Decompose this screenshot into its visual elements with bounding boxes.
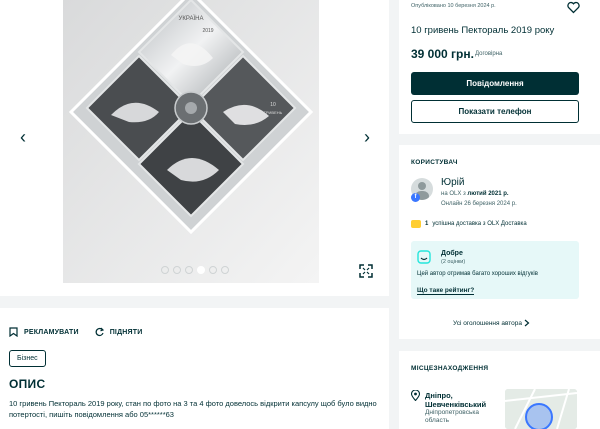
smile-icon bbox=[417, 250, 431, 264]
coin-denomination-text: 10 bbox=[270, 102, 276, 108]
gallery-prev-button[interactable]: ‹ bbox=[14, 128, 32, 146]
gallery-dot[interactable] bbox=[161, 266, 169, 274]
raise-label: ПІДНЯТИ bbox=[109, 328, 143, 336]
delivery-truck-icon bbox=[411, 220, 421, 228]
delivery-count: 1 bbox=[425, 221, 429, 227]
location-map[interactable] bbox=[505, 389, 577, 429]
gallery-dot[interactable] bbox=[185, 266, 193, 274]
description-text: 10 гривень Пектораль 2019 року, стан по … bbox=[9, 399, 377, 419]
gallery-dot[interactable] bbox=[221, 266, 229, 274]
heart-icon[interactable] bbox=[567, 1, 580, 14]
gallery-next-button[interactable]: › bbox=[358, 128, 376, 146]
location-region: Дніпропетровська область bbox=[425, 409, 479, 425]
gallery-dot[interactable] bbox=[209, 266, 217, 274]
last-online: Онлайн 26 березня 2024 р. bbox=[441, 201, 517, 207]
coin-photo[interactable]: УКРАЇНА 2019 10 ГРИВЕНЬ bbox=[63, 0, 319, 283]
location-pin-icon bbox=[411, 390, 420, 401]
chevron-right-icon bbox=[524, 319, 530, 327]
user-heading: КОРИСТУВАЧ bbox=[411, 159, 458, 166]
ad-actions: РЕКЛАМУВАТИ ПІДНЯТИ bbox=[9, 327, 142, 337]
region-line-2: область bbox=[425, 417, 450, 424]
coin-country-text: УКРАЇНА bbox=[179, 15, 204, 22]
member-since-prefix: на OLX з bbox=[441, 191, 466, 197]
promote-label: РЕКЛАМУВАТИ bbox=[24, 328, 79, 336]
promote-button[interactable]: РЕКЛАМУВАТИ bbox=[9, 327, 79, 337]
gallery-dot-active[interactable] bbox=[197, 266, 205, 274]
ad-price: 39 000 грн. bbox=[411, 47, 474, 61]
facebook-icon: f bbox=[411, 193, 420, 202]
gallery-dot[interactable] bbox=[173, 266, 181, 274]
ad-title: 10 гривень Пектораль 2019 року bbox=[411, 25, 555, 36]
all-ads-link[interactable]: Усі оголошення автора bbox=[453, 319, 530, 327]
raise-button[interactable]: ПІДНЯТИ bbox=[95, 327, 143, 337]
rating-description: Цей автор отримав багато хороших відгукі… bbox=[417, 271, 538, 277]
coin-year-text: 2019 bbox=[202, 28, 213, 34]
negotiable-label: Договірна bbox=[475, 51, 503, 57]
all-ads-label: Усі оголошення автора bbox=[453, 319, 522, 327]
posted-date: Опубліковано 10 березня 2024 р. bbox=[411, 3, 496, 9]
rating-info-link[interactable]: Що таке рейтинг? bbox=[417, 287, 475, 295]
rating-count: (2 оцінки) bbox=[441, 259, 466, 265]
description-heading: ОПИС bbox=[9, 377, 46, 391]
message-button[interactable]: Повідомлення bbox=[411, 72, 579, 95]
rating-label: Добре bbox=[441, 250, 463, 257]
fullscreen-icon[interactable] bbox=[359, 264, 373, 278]
location-city: Дніпро, Шевченківський bbox=[425, 391, 486, 409]
district-name: Шевченківський bbox=[425, 400, 487, 409]
city-name: Дніпро, bbox=[425, 391, 453, 400]
member-since: на OLX з лютий 2021 р. bbox=[441, 191, 509, 197]
member-since-date: лютий 2021 р. bbox=[467, 191, 509, 197]
user-name[interactable]: Юрій bbox=[441, 177, 464, 188]
location-heading: МІСЦЕЗНАХОДЖЕННЯ bbox=[411, 365, 489, 372]
delivery-text: успішна доставка з OLX Доставка bbox=[432, 221, 527, 227]
bookmark-icon bbox=[9, 327, 18, 337]
region-line-1: Дніпропетровська bbox=[425, 409, 479, 416]
delivery-info: 1 успішна доставка з OLX Доставка bbox=[411, 220, 527, 228]
business-badge: Бізнес bbox=[9, 350, 46, 367]
coin-currency-text: ГРИВЕНЬ bbox=[264, 110, 283, 115]
show-phone-button[interactable]: Показати телефон bbox=[411, 100, 579, 123]
refresh-icon bbox=[95, 327, 104, 337]
gallery-pagination bbox=[161, 266, 229, 274]
